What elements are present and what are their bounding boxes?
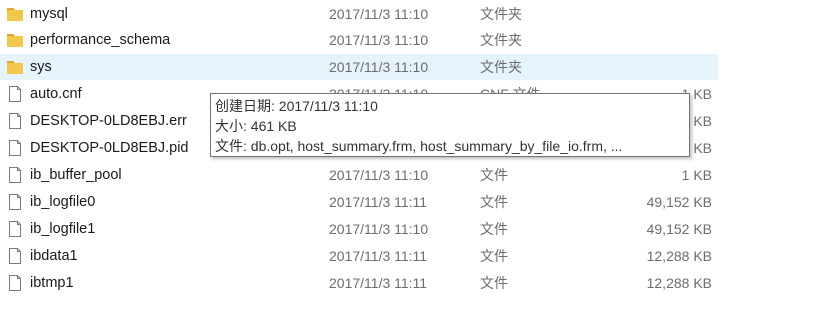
file-name: mysql bbox=[30, 6, 68, 22]
file-icon bbox=[6, 193, 24, 211]
folder-info-tooltip: 创建日期: 2017/11/3 11:10 大小: 461 KB 文件: db.… bbox=[210, 93, 690, 157]
tooltip-created-date: 创建日期: 2017/11/3 11:10 bbox=[215, 98, 378, 114]
file-name: auto.cnf bbox=[30, 86, 82, 102]
list-item[interactable]: ibdata1 2017/11/3 11:11 文件 12,288 KB bbox=[0, 243, 718, 269]
file-name: ib_logfile0 bbox=[30, 194, 96, 210]
file-icon bbox=[6, 220, 24, 238]
file-type: 文件 bbox=[480, 167, 508, 183]
list-item-selected[interactable]: sys 2017/11/3 11:10 文件夹 bbox=[0, 54, 718, 80]
list-item[interactable]: mysql 2017/11/3 11:10 文件夹 bbox=[0, 1, 718, 27]
file-name: sys bbox=[30, 59, 52, 75]
file-name: ibtmp1 bbox=[30, 275, 74, 291]
file-name: ib_buffer_pool bbox=[30, 167, 122, 183]
file-icon bbox=[6, 85, 24, 103]
file-size: 12,288 KB bbox=[646, 275, 712, 291]
file-date: 2017/11/3 11:11 bbox=[329, 275, 428, 291]
file-icon bbox=[6, 166, 24, 184]
file-date: 2017/11/3 11:10 bbox=[329, 221, 429, 237]
list-item[interactable]: ib_logfile1 2017/11/3 11:10 文件 49,152 KB bbox=[0, 216, 718, 242]
file-size: 12,288 KB bbox=[646, 248, 712, 264]
file-date: 2017/11/3 11:11 bbox=[329, 194, 428, 210]
file-type: 文件 bbox=[480, 275, 508, 291]
list-item[interactable]: ibtmp1 2017/11/3 11:11 文件 12,288 KB bbox=[0, 270, 718, 296]
file-size: 49,152 KB bbox=[646, 194, 712, 210]
list-item[interactable]: performance_schema 2017/11/3 11:10 文件夹 bbox=[0, 27, 718, 53]
file-type: 文件夹 bbox=[480, 59, 522, 75]
file-date: 2017/11/3 11:10 bbox=[329, 32, 429, 48]
folder-icon bbox=[6, 5, 24, 23]
file-icon bbox=[6, 112, 24, 130]
tooltip-size: 大小: 461 KB bbox=[215, 118, 297, 134]
file-type: 文件 bbox=[480, 194, 508, 210]
file-icon bbox=[6, 139, 24, 157]
folder-icon bbox=[6, 58, 24, 76]
file-size: 49,152 KB bbox=[646, 221, 712, 237]
file-icon bbox=[6, 247, 24, 265]
file-name: DESKTOP-0LD8EBJ.pid bbox=[30, 140, 189, 156]
file-name: DESKTOP-0LD8EBJ.err bbox=[30, 113, 187, 129]
file-size: 1 KB bbox=[681, 167, 712, 183]
file-list: mysql 2017/11/3 11:10 文件夹 performance_sc… bbox=[0, 0, 826, 311]
file-icon bbox=[6, 274, 24, 292]
tooltip-files: 文件: db.opt, host_summary.frm, host_summa… bbox=[215, 138, 623, 154]
file-date: 2017/11/3 11:10 bbox=[329, 59, 429, 75]
file-name: ibdata1 bbox=[30, 248, 78, 264]
list-item[interactable]: ib_logfile0 2017/11/3 11:11 文件 49,152 KB bbox=[0, 189, 718, 215]
file-name: performance_schema bbox=[30, 32, 171, 48]
file-date: 2017/11/3 11:11 bbox=[329, 248, 428, 264]
file-type: 文件 bbox=[480, 248, 508, 264]
file-type: 文件夹 bbox=[480, 6, 522, 22]
file-type: 文件 bbox=[480, 221, 508, 237]
folder-icon bbox=[6, 31, 24, 49]
file-date: 2017/11/3 11:10 bbox=[329, 167, 429, 183]
file-name: ib_logfile1 bbox=[30, 221, 96, 237]
list-item[interactable]: ib_buffer_pool 2017/11/3 11:10 文件 1 KB bbox=[0, 162, 718, 188]
file-type: 文件夹 bbox=[480, 32, 522, 48]
file-date: 2017/11/3 11:10 bbox=[329, 6, 429, 22]
